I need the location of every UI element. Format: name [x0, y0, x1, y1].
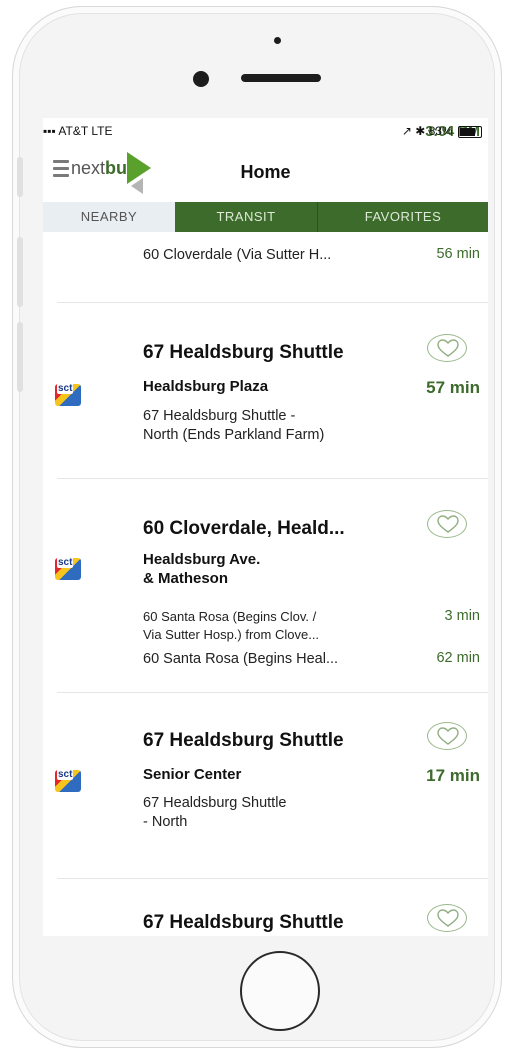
favorite-heart-icon[interactable] — [427, 722, 467, 750]
direction-text: 60 Santa Rosa (Begins Heal... — [143, 651, 339, 667]
status-indicators: ↗ ✱ 83% — [401, 124, 453, 138]
front-camera — [193, 71, 209, 87]
direction-text: 60 Santa Rosa (Begins Clov. / Via Sutter… — [143, 609, 320, 642]
carrier-label: ▪▪▪ AT&T LTE — [43, 124, 113, 138]
prediction-list: 60 Cloverdale (Via Sutter H... 56 min 67… — [43, 232, 488, 936]
page-title: Home — [240, 162, 291, 182]
row-divider — [57, 302, 488, 303]
tab-favorites[interactable]: FAVORITES — [318, 202, 488, 232]
stop-name: Healdsburg Plaza — [143, 378, 269, 395]
tab-nearby[interactable]: NEARBY — [43, 202, 175, 232]
battery-fill — [460, 127, 475, 136]
direction-text: 67 Healdsburg Shuttle - North (Ends Park… — [143, 408, 325, 443]
route-title: 60 Cloverdale, Heald... — [143, 518, 345, 539]
arrival-time: 17 min — [426, 766, 480, 785]
agency-logo: sct — [55, 383, 81, 406]
home-button[interactable] — [240, 951, 320, 1031]
direction-text: 60 Cloverdale (Via Sutter H... — [143, 247, 332, 263]
nav-bar: nextbus Home — [43, 144, 488, 194]
row-divider — [57, 692, 488, 693]
stop-name: Senior Center — [143, 766, 242, 783]
arrival-time: 3 min — [444, 608, 480, 624]
arrival-time: 62 min — [436, 650, 480, 666]
route-title: 67 Healdsburg Shuttle — [143, 342, 344, 363]
agency-logo: sct — [55, 557, 81, 580]
stop-name: Healdsburg Ave. & Matheson — [143, 551, 261, 587]
row-divider — [57, 478, 488, 479]
direction-text: 67 Healdsburg Shuttle - North — [143, 795, 287, 830]
favorite-heart-icon[interactable] — [427, 510, 467, 538]
proximity-sensor — [274, 37, 281, 44]
volume-up-button — [17, 237, 23, 307]
battery-icon — [458, 125, 482, 138]
status-right: ↗ ✱ 83% — [402, 124, 482, 138]
mute-switch — [17, 157, 23, 197]
arrival-time: 57 min — [426, 378, 480, 397]
tab-bar: NEARBY TRANSIT FAVORITES — [43, 202, 488, 232]
route-title: 67 Healdsburg Shuttle — [143, 912, 344, 933]
earpiece-speaker — [241, 74, 321, 82]
screen: ▪▪▪ AT&T LTE 3:04 PM ↗ ✱ 83% nextbus Hom… — [43, 118, 488, 936]
route-title: 67 Healdsburg Shuttle — [143, 730, 344, 751]
tab-transit[interactable]: TRANSIT — [175, 202, 318, 232]
row-divider — [57, 878, 488, 879]
agency-logo: sct — [55, 769, 81, 792]
status-bar: ▪▪▪ AT&T LTE 3:04 PM ↗ ✱ 83% — [43, 118, 488, 144]
arrival-time: 56 min — [436, 246, 480, 262]
favorite-heart-icon[interactable] — [427, 904, 467, 932]
volume-down-button — [17, 322, 23, 392]
favorite-heart-icon[interactable] — [427, 334, 467, 362]
